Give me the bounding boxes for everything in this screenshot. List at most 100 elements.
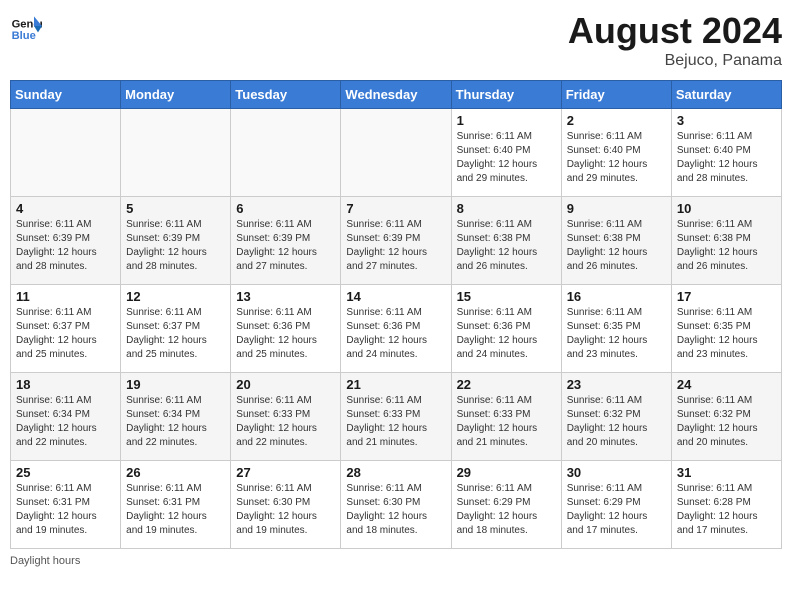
svg-text:Blue: Blue [12,30,36,42]
column-header-saturday: Saturday [671,81,781,109]
day-info: Sunrise: 6:11 AMSunset: 6:34 PMDaylight:… [16,394,115,450]
day-info: Sunrise: 6:11 AMSunset: 6:38 PMDaylight:… [567,218,666,274]
day-cell: 30Sunrise: 6:11 AMSunset: 6:29 PMDayligh… [561,461,671,549]
day-cell: 24 Sunrise: 6:11 AMSunset: 6:32 PMDayligh… [671,373,781,461]
logo: General Blue [10,10,44,42]
day-cell: 6 Sunrise: 6:11 AMSunset: 6:39 PMDaylight… [231,197,341,285]
day-info: Sunrise: 6:11 AMSunset: 6:30 PMDaylight:… [346,482,445,538]
day-cell: 22 Sunrise: 6:11 AMSunset: 6:33 PMDayligh… [451,373,561,461]
day-number: 9 [567,201,666,216]
day-cell [11,109,121,197]
day-cell: 17 Sunrise: 6:11 AMSunset: 6:35 PMDayligh… [671,285,781,373]
day-info: Sunrise: 6:11 AMSunset: 6:31 PMDaylight:… [126,482,225,538]
daylight-label: Daylight hours [10,555,80,567]
column-header-wednesday: Wednesday [341,81,451,109]
day-info: Sunrise: 6:11 AMSunset: 6:39 PMDaylight:… [346,218,445,274]
day-info: Sunrise: 6:11 AMSunset: 6:37 PMDaylight:… [126,306,225,362]
day-number: 14 [346,289,445,304]
column-header-monday: Monday [121,81,231,109]
day-cell [121,109,231,197]
day-number: 31 [677,465,776,480]
calendar-table: SundayMondayTuesdayWednesdayThursdayFrid… [10,80,782,549]
week-row-1: 1 Sunrise: 6:11 AMSunset: 6:40 PMDaylight… [11,109,782,197]
location: Bejuco, Panama [568,52,782,70]
column-header-thursday: Thursday [451,81,561,109]
day-cell: 1 Sunrise: 6:11 AMSunset: 6:40 PMDaylight… [451,109,561,197]
column-header-tuesday: Tuesday [231,81,341,109]
day-cell: 5 Sunrise: 6:11 AMSunset: 6:39 PMDaylight… [121,197,231,285]
day-number: 8 [457,201,556,216]
day-info: Sunrise: 6:11 AMSunset: 6:33 PMDaylight:… [236,394,335,450]
day-cell [341,109,451,197]
day-cell: 7 Sunrise: 6:11 AMSunset: 6:39 PMDaylight… [341,197,451,285]
day-cell: 21 Sunrise: 6:11 AMSunset: 6:33 PMDayligh… [341,373,451,461]
day-number: 7 [346,201,445,216]
day-number: 5 [126,201,225,216]
day-info: Sunrise: 6:11 AMSunset: 6:40 PMDaylight:… [677,130,776,186]
day-number: 26 [126,465,225,480]
day-cell: 19Sunrise: 6:11 AMSunset: 6:34 PMDayligh… [121,373,231,461]
day-info: Sunrise: 6:11 AMSunset: 6:40 PMDaylight:… [457,130,556,186]
day-info: Sunrise: 6:11 AMSunset: 6:32 PMDaylight:… [677,394,776,450]
day-number: 15 [457,289,556,304]
day-cell: 31 Sunrise: 6:11 AMSunset: 6:28 PMDayligh… [671,461,781,549]
day-cell: 25Sunrise: 6:11 AMSunset: 6:31 PMDayligh… [11,461,121,549]
day-number: 13 [236,289,335,304]
day-number: 11 [16,289,115,304]
logo-icon: General Blue [10,10,42,42]
day-number: 12 [126,289,225,304]
day-number: 21 [346,377,445,392]
day-info: Sunrise: 6:11 AMSunset: 6:39 PMDaylight:… [126,218,225,274]
day-cell [231,109,341,197]
day-info: Sunrise: 6:11 AMSunset: 6:37 PMDaylight:… [16,306,115,362]
day-info: Sunrise: 6:11 AMSunset: 6:38 PMDaylight:… [677,218,776,274]
day-number: 6 [236,201,335,216]
day-number: 22 [457,377,556,392]
week-row-5: 25Sunrise: 6:11 AMSunset: 6:31 PMDayligh… [11,461,782,549]
footer: Daylight hours [10,555,782,567]
day-cell: 3 Sunrise: 6:11 AMSunset: 6:40 PMDaylight… [671,109,781,197]
day-info: Sunrise: 6:11 AMSunset: 6:40 PMDaylight:… [567,130,666,186]
day-info: Sunrise: 6:11 AMSunset: 6:33 PMDaylight:… [457,394,556,450]
day-cell: 14 Sunrise: 6:11 AMSunset: 6:36 PMDayligh… [341,285,451,373]
day-cell: 16Sunrise: 6:11 AMSunset: 6:35 PMDayligh… [561,285,671,373]
day-cell: 23Sunrise: 6:11 AMSunset: 6:32 PMDayligh… [561,373,671,461]
day-info: Sunrise: 6:11 AMSunset: 6:32 PMDaylight:… [567,394,666,450]
month-year: August 2024 [568,10,782,52]
day-info: Sunrise: 6:11 AMSunset: 6:29 PMDaylight:… [457,482,556,538]
day-number: 16 [567,289,666,304]
day-info: Sunrise: 6:11 AMSunset: 6:33 PMDaylight:… [346,394,445,450]
day-info: Sunrise: 6:11 AMSunset: 6:35 PMDaylight:… [677,306,776,362]
day-info: Sunrise: 6:11 AMSunset: 6:39 PMDaylight:… [236,218,335,274]
day-cell: 8 Sunrise: 6:11 AMSunset: 6:38 PMDaylight… [451,197,561,285]
day-number: 29 [457,465,556,480]
day-info: Sunrise: 6:11 AMSunset: 6:30 PMDaylight:… [236,482,335,538]
day-info: Sunrise: 6:11 AMSunset: 6:29 PMDaylight:… [567,482,666,538]
calendar-header-row: SundayMondayTuesdayWednesdayThursdayFrid… [11,81,782,109]
day-number: 19 [126,377,225,392]
day-number: 1 [457,113,556,128]
day-number: 24 [677,377,776,392]
day-number: 28 [346,465,445,480]
day-cell: 26 Sunrise: 6:11 AMSunset: 6:31 PMDayligh… [121,461,231,549]
day-info: Sunrise: 6:11 AMSunset: 6:28 PMDaylight:… [677,482,776,538]
day-info: Sunrise: 6:11 AMSunset: 6:38 PMDaylight:… [457,218,556,274]
day-cell: 13 Sunrise: 6:11 AMSunset: 6:36 PMDayligh… [231,285,341,373]
day-cell: 29 Sunrise: 6:11 AMSunset: 6:29 PMDayligh… [451,461,561,549]
day-number: 17 [677,289,776,304]
day-cell: 20 Sunrise: 6:11 AMSunset: 6:33 PMDayligh… [231,373,341,461]
day-info: Sunrise: 6:11 AMSunset: 6:36 PMDaylight:… [346,306,445,362]
day-cell: 2 Sunrise: 6:11 AMSunset: 6:40 PMDaylight… [561,109,671,197]
day-number: 4 [16,201,115,216]
day-cell: 10 Sunrise: 6:11 AMSunset: 6:38 PMDayligh… [671,197,781,285]
day-info: Sunrise: 6:11 AMSunset: 6:36 PMDaylight:… [236,306,335,362]
day-cell: 27Sunrise: 6:11 AMSunset: 6:30 PMDayligh… [231,461,341,549]
day-info: Sunrise: 6:11 AMSunset: 6:31 PMDaylight:… [16,482,115,538]
day-number: 20 [236,377,335,392]
column-header-friday: Friday [561,81,671,109]
day-number: 3 [677,113,776,128]
week-row-4: 18Sunrise: 6:11 AMSunset: 6:34 PMDayligh… [11,373,782,461]
title-block: August 2024 Bejuco, Panama [568,10,782,70]
day-number: 2 [567,113,666,128]
day-number: 10 [677,201,776,216]
